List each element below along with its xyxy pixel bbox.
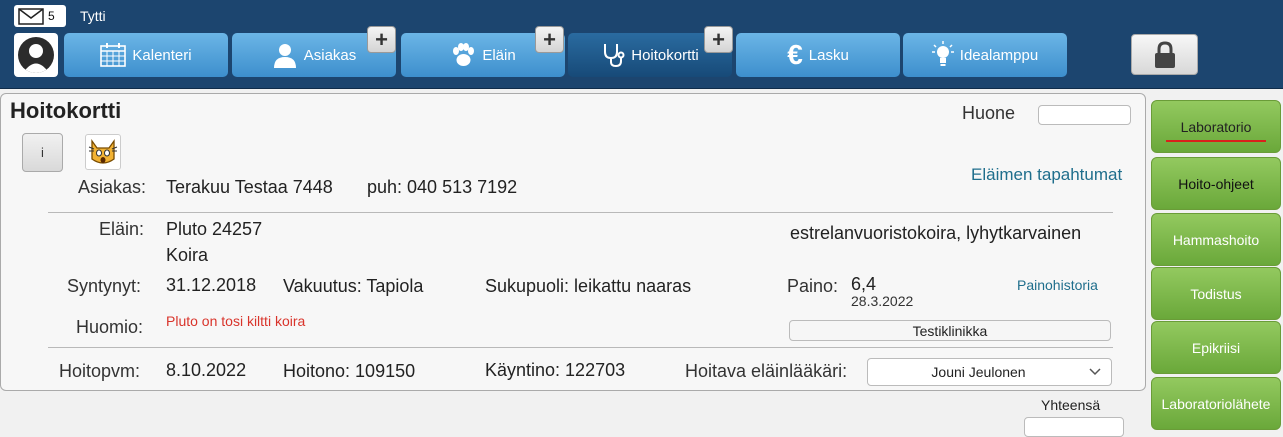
tab-idealamppu[interactable]: Idealamppu xyxy=(903,33,1067,77)
top-navigation-bar: 5 Tytti Kalenteri Asiakas + Eläin + Hoit… xyxy=(0,0,1283,89)
side-label: Hammashoito xyxy=(1172,231,1260,248)
animal-name[interactable]: Pluto 24257 xyxy=(166,219,262,240)
user-avatar-button[interactable] xyxy=(14,33,58,77)
add-animal-button[interactable]: + xyxy=(535,26,564,53)
care-date-value: 8.10.2022 xyxy=(166,360,247,380)
born-label: Syntynyt: xyxy=(67,276,142,296)
tab-label: Lasku xyxy=(808,46,849,64)
animal-species: Koira xyxy=(166,245,209,265)
animal-label: Eläin: xyxy=(99,219,145,239)
weight-date: 28.3.2022 xyxy=(851,293,914,309)
add-carecard-button[interactable]: + xyxy=(704,26,733,53)
side-label: Laboratoriolähete xyxy=(1161,395,1271,412)
side-todistus-button[interactable]: Todistus xyxy=(1151,267,1281,320)
weight-label: Paino: xyxy=(787,276,839,296)
room-input[interactable] xyxy=(1038,105,1131,125)
side-epikriisi-button[interactable]: Epikriisi xyxy=(1151,321,1281,374)
sex-text: Sukupuoli: leikattu naaras xyxy=(485,276,692,296)
stethoscope-icon xyxy=(604,44,625,68)
side-laboratorio-button[interactable]: Laboratorio xyxy=(1151,100,1281,153)
note-label: Huomio: xyxy=(76,317,144,337)
side-label: Hoito-ohjeet xyxy=(1178,175,1254,192)
messages-button[interactable]: 5 xyxy=(14,5,66,27)
side-label: Epikriisi xyxy=(1191,339,1241,356)
lock-icon xyxy=(1154,40,1175,68)
side-laboratoriolahete-button[interactable]: Laboratoriolähete xyxy=(1151,377,1281,430)
room-label: Huone xyxy=(962,103,1016,123)
animal-events-link[interactable]: Eläimen tapahtumat xyxy=(971,165,1122,185)
tab-label: Eläin xyxy=(482,46,516,64)
info-button[interactable]: i xyxy=(22,133,63,172)
clinic-button[interactable]: Testiklinikka xyxy=(789,320,1111,341)
vet-select[interactable]: Jouni Jeulonen xyxy=(867,358,1112,386)
tab-label: Kalenteri xyxy=(132,46,192,64)
tab-label: Hoitokortti xyxy=(631,46,699,64)
total-field[interactable] xyxy=(1024,417,1124,437)
customer-label: Asiakas: xyxy=(78,177,147,197)
note-value: Pluto on tosi kiltti koira xyxy=(166,313,306,329)
phone-text: puh: 040 513 7192 xyxy=(367,177,518,197)
weight-value: 6,4 xyxy=(851,274,877,294)
side-label: Laboratorio xyxy=(1180,118,1252,135)
visit-number-text: Käyntino: 122703 xyxy=(485,360,626,380)
animal-breed: estrelanvuoristokoira, lyhytkarvainen xyxy=(790,223,1082,243)
born-value: 31.12.2018 xyxy=(166,275,257,295)
divider xyxy=(48,347,1113,348)
lock-screen-button[interactable] xyxy=(1131,34,1198,75)
add-customer-button[interactable]: + xyxy=(367,26,396,53)
total-label: Yhteensä xyxy=(1041,397,1101,413)
care-number-text: Hoitono: 109150 xyxy=(283,361,416,381)
calendar-icon xyxy=(100,43,127,67)
envelope-icon xyxy=(18,7,44,25)
divider xyxy=(48,212,1113,213)
lightbulb-icon xyxy=(931,41,954,66)
side-hoito-ohjeet-button[interactable]: Hoito-ohjeet xyxy=(1151,157,1281,210)
chevron-down-icon xyxy=(1089,368,1101,376)
euro-icon: € xyxy=(787,39,803,70)
care-date-label: Hoitopvm: xyxy=(59,361,141,381)
username: Tytti xyxy=(80,8,106,24)
tab-label: Idealamppu xyxy=(959,46,1039,64)
weight-history-link[interactable]: Painohistoria xyxy=(1017,277,1098,293)
avatar-icon xyxy=(18,37,54,73)
care-card-panel: Hoitokortti Huone i Eläimen tapahtumat A… xyxy=(0,93,1146,391)
tab-lasku[interactable]: € Lasku xyxy=(736,33,900,77)
customer-value[interactable]: Terakuu Testaa 7448 xyxy=(166,177,333,198)
insurance-text: Vakuutus: Tapiola xyxy=(283,276,424,296)
active-underline xyxy=(1166,140,1266,142)
cat-emoji-icon[interactable] xyxy=(85,134,121,170)
tab-kalenteri[interactable]: Kalenteri xyxy=(64,33,228,77)
tab-label: Asiakas xyxy=(303,46,357,64)
person-icon xyxy=(273,44,296,68)
side-label: Todistus xyxy=(1190,285,1242,302)
vet-label: Hoitava eläinlääkäri: xyxy=(685,361,848,381)
page-title: Hoitokortti xyxy=(10,98,122,123)
side-hammashoito-button[interactable]: Hammashoito xyxy=(1151,213,1281,266)
message-count: 5 xyxy=(48,9,55,23)
vet-select-value: Jouni Jeulonen xyxy=(931,364,1026,380)
paw-icon xyxy=(453,43,475,66)
